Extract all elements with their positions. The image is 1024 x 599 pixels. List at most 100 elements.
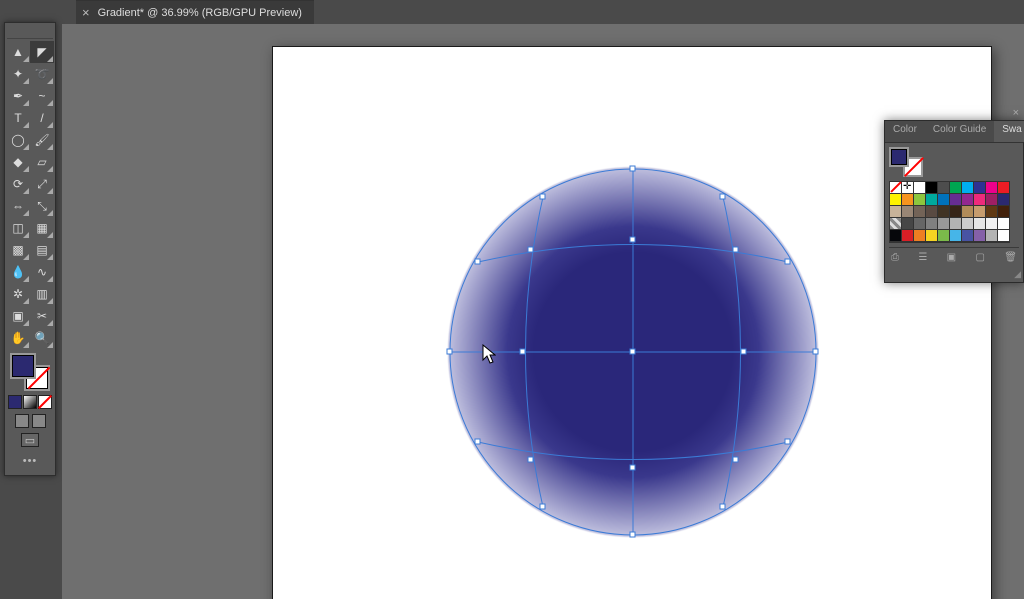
- swatch-item[interactable]: [950, 182, 962, 194]
- show-kinds-icon[interactable]: ☰: [918, 252, 927, 263]
- swatch-item[interactable]: [974, 230, 986, 242]
- swatch-item[interactable]: [950, 194, 962, 206]
- tab-swatches[interactable]: Swa: [994, 121, 1024, 142]
- swatch-item[interactable]: [890, 194, 902, 206]
- swatch-item[interactable]: [962, 194, 974, 206]
- free-transform-tool[interactable]: ⤡: [30, 195, 54, 217]
- tab-color[interactable]: Color: [885, 121, 925, 142]
- swatch-item[interactable]: [902, 230, 914, 242]
- swatch-item[interactable]: [986, 206, 998, 218]
- symbol-sprayer-tool[interactable]: ✲: [6, 283, 30, 305]
- swatch-item[interactable]: [950, 206, 962, 218]
- column-graph-tool[interactable]: ▥: [30, 283, 54, 305]
- ellipse-tool[interactable]: ◯: [6, 129, 30, 151]
- swatch-item[interactable]: [938, 218, 950, 230]
- swatch-item[interactable]: [962, 230, 974, 242]
- canvas-area[interactable]: [62, 24, 1024, 599]
- scale-tool[interactable]: ⤢: [30, 173, 54, 195]
- swatch-item[interactable]: [902, 194, 914, 206]
- swatch-item[interactable]: [938, 182, 950, 194]
- panel-resize-grip[interactable]: ◢: [885, 267, 1023, 282]
- swatch-item[interactable]: [998, 194, 1010, 206]
- swatch-item[interactable]: [890, 218, 902, 230]
- hand-tool[interactable]: ✋: [6, 327, 30, 349]
- swatch-item[interactable]: [914, 218, 926, 230]
- delete-swatch-icon[interactable]: 🗑: [1004, 252, 1017, 263]
- swatch-item[interactable]: [902, 206, 914, 218]
- swatch-item[interactable]: [926, 206, 938, 218]
- fill-swatch[interactable]: [10, 353, 36, 379]
- panel-close-icon[interactable]: ×: [1013, 107, 1019, 119]
- mesh-tool[interactable]: ▩: [6, 239, 30, 261]
- mini-swatch-gradient[interactable]: [23, 395, 37, 409]
- swatch-item[interactable]: [902, 182, 914, 194]
- new-swatch-icon[interactable]: ▢: [975, 252, 984, 263]
- swatch-item[interactable]: [962, 182, 974, 194]
- line-segment-tool[interactable]: /: [30, 107, 54, 129]
- document-tab[interactable]: × Gradient* @ 36.99% (RGB/GPU Preview): [76, 0, 314, 24]
- swatch-item[interactable]: [998, 230, 1010, 242]
- direct-selection-tool[interactable]: ◤: [30, 41, 54, 63]
- mini-swatch-color[interactable]: [8, 395, 22, 409]
- swatch-item[interactable]: [998, 182, 1010, 194]
- zoom-tool[interactable]: 🔍: [30, 327, 54, 349]
- fill-stroke-control[interactable]: [8, 353, 52, 391]
- perspective-grid-tool[interactable]: ▦: [30, 217, 54, 239]
- tab-color-guide[interactable]: Color Guide: [925, 121, 994, 142]
- swatch-item[interactable]: [890, 182, 902, 194]
- paintbrush-tool[interactable]: 🖌: [30, 129, 54, 151]
- close-icon[interactable]: ×: [82, 5, 90, 20]
- panel-fill-stroke[interactable]: [889, 147, 923, 177]
- swatch-item[interactable]: [974, 182, 986, 194]
- swatch-item[interactable]: [938, 206, 950, 218]
- swatch-item[interactable]: [974, 206, 986, 218]
- selection-tool[interactable]: ▲: [6, 41, 30, 63]
- swatch-item[interactable]: [974, 218, 986, 230]
- swatch-item[interactable]: [926, 182, 938, 194]
- swatch-item[interactable]: [962, 206, 974, 218]
- swatch-item[interactable]: [902, 218, 914, 230]
- type-tool[interactable]: T: [6, 107, 30, 129]
- swatch-item[interactable]: [998, 218, 1010, 230]
- draw-normal-mode[interactable]: [15, 414, 29, 428]
- swatch-item[interactable]: [938, 194, 950, 206]
- swatch-item[interactable]: [914, 182, 926, 194]
- swatch-item[interactable]: [914, 206, 926, 218]
- rotate-tool[interactable]: ⟳: [6, 173, 30, 195]
- shape-builder-tool[interactable]: ◫: [6, 217, 30, 239]
- swatch-item[interactable]: [986, 218, 998, 230]
- eyedropper-tool[interactable]: 💧: [6, 261, 30, 283]
- swatch-item[interactable]: [986, 230, 998, 242]
- swatch-item[interactable]: [890, 206, 902, 218]
- screen-mode-button[interactable]: ▭: [21, 433, 39, 447]
- width-tool[interactable]: ⇔: [6, 195, 30, 217]
- magic-wand-tool[interactable]: ✦: [6, 63, 30, 85]
- swatch-item[interactable]: [950, 218, 962, 230]
- swatch-item[interactable]: [926, 194, 938, 206]
- shaper-tool[interactable]: ◆: [6, 151, 30, 173]
- new-group-icon[interactable]: ▣: [947, 252, 956, 263]
- swatch-item[interactable]: [926, 230, 938, 242]
- swatch-item[interactable]: [890, 230, 902, 242]
- swatch-libraries-icon[interactable]: ⎙: [891, 252, 899, 263]
- swatch-item[interactable]: [998, 206, 1010, 218]
- slice-tool[interactable]: ✂: [30, 305, 54, 327]
- draw-behind-mode[interactable]: [32, 414, 46, 428]
- lasso-tool[interactable]: ➰: [30, 63, 54, 85]
- swatch-item[interactable]: [962, 218, 974, 230]
- swatch-item[interactable]: [986, 194, 998, 206]
- edit-toolbar-button[interactable]: •••: [23, 455, 38, 467]
- panel-fill-swatch[interactable]: [889, 147, 909, 167]
- pen-tool[interactable]: ✒: [6, 85, 30, 107]
- eraser-tool[interactable]: ▱: [30, 151, 54, 173]
- mini-swatch-none[interactable]: [38, 395, 52, 409]
- swatch-item[interactable]: [938, 230, 950, 242]
- gradient-tool[interactable]: ▤: [30, 239, 54, 261]
- swatch-item[interactable]: [914, 194, 926, 206]
- swatch-item[interactable]: [950, 230, 962, 242]
- blend-tool[interactable]: ∿: [30, 261, 54, 283]
- curvature-tool[interactable]: ~: [30, 85, 54, 107]
- swatch-item[interactable]: [914, 230, 926, 242]
- artboard-tool[interactable]: ▣: [6, 305, 30, 327]
- swatch-item[interactable]: [986, 182, 998, 194]
